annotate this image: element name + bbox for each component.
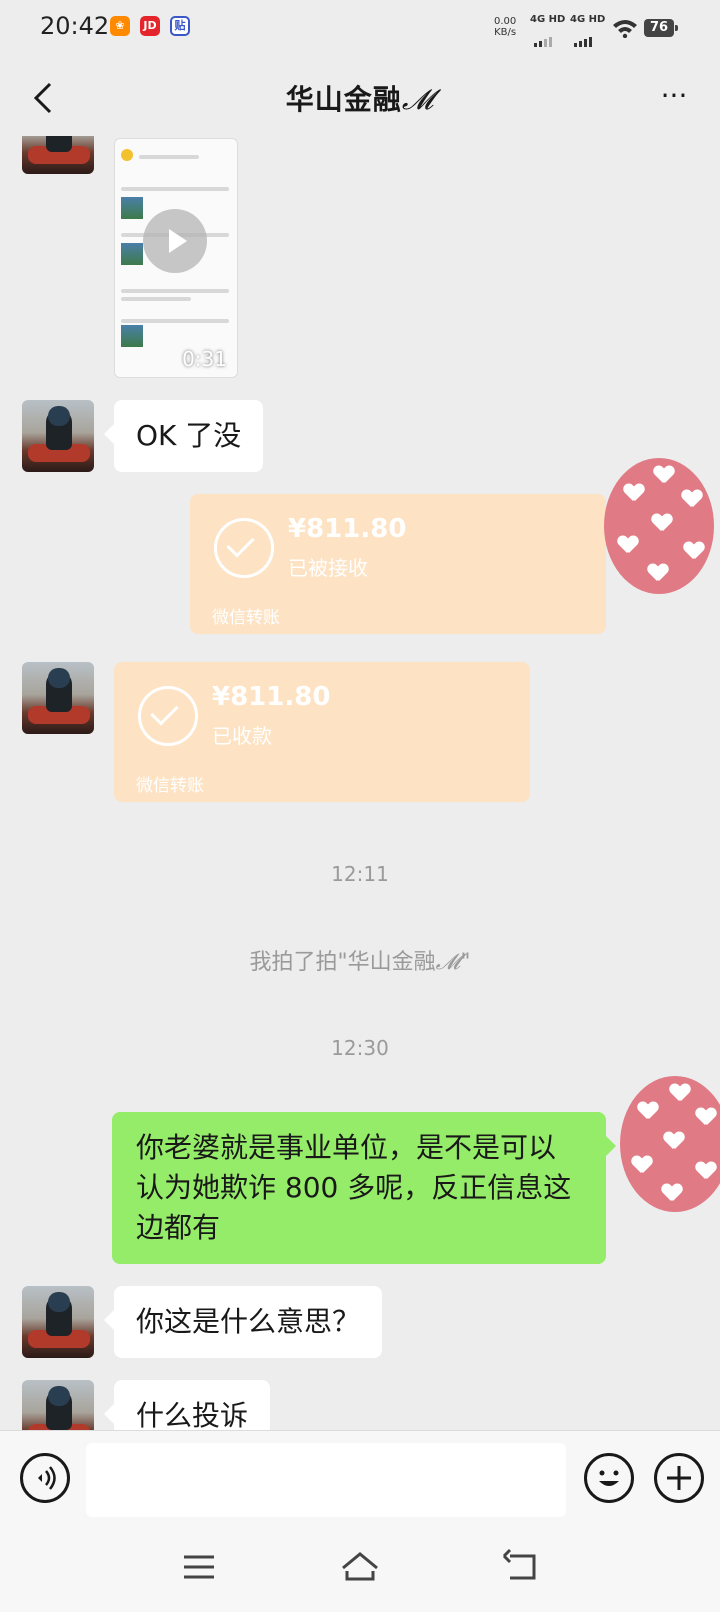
contact-avatar[interactable]	[22, 1286, 94, 1358]
signal-bars-1	[534, 28, 554, 47]
transfer-amount: ¥811.80	[212, 682, 331, 712]
more-dots-icon: ···	[660, 79, 688, 112]
plus-button[interactable]	[654, 1453, 704, 1503]
transfer-footer: 微信转账	[212, 608, 280, 628]
chat-header: 华山金融𝓜 ···	[0, 58, 720, 136]
transfer-status: 已被接收	[288, 556, 368, 580]
timestamp: 12:30	[331, 1036, 389, 1060]
message-bubble-sent[interactable]: 你老婆就是事业单位，是不是可以认为她欺诈 800 多呢，反正信息这边都有	[112, 1112, 616, 1264]
my-avatar[interactable]	[604, 458, 714, 594]
network-speed: 0.00 KB/s	[494, 16, 516, 38]
menu-icon	[184, 1555, 214, 1579]
chat-message-list[interactable]: 0:31 OK 了没 ¥811.80 已被接收 微信转账 ¥811.80 已收款…	[0, 136, 720, 1430]
more-options-button[interactable]: ···	[654, 82, 694, 110]
my-avatar[interactable]	[620, 1076, 720, 1212]
input-bar	[0, 1430, 720, 1525]
timestamp: 12:11	[331, 862, 389, 886]
status-time: 20:42	[40, 12, 110, 40]
chat-title: 华山金融𝓜	[0, 78, 720, 118]
transfer-footer: 微信转账	[136, 776, 204, 796]
check-icon	[214, 518, 274, 578]
back-icon	[502, 1548, 536, 1580]
video-message[interactable]: 0:31	[114, 138, 238, 378]
home-button[interactable]	[337, 1544, 383, 1590]
battery-indicator: 76	[644, 19, 678, 37]
transfer-status: 已收款	[212, 724, 272, 748]
chat-title-text: 华山金融	[285, 83, 402, 116]
pat-message-text: 我拍了拍"华山金融	[249, 950, 436, 975]
voice-icon	[38, 1466, 56, 1490]
message-text: OK 了没	[136, 419, 242, 452]
kuaishou-icon: ❀	[110, 16, 130, 36]
network-speed-value: 0.00	[494, 16, 517, 27]
contact-avatar[interactable]	[22, 400, 94, 472]
message-text: 什么投诉	[136, 1399, 249, 1430]
signal-label-2: 4G HD	[570, 14, 606, 25]
signal-label-1: 4G HD	[530, 14, 566, 25]
menu-button[interactable]	[176, 1544, 222, 1590]
system-message: 我拍了拍"华山金融𝓜"	[0, 944, 720, 976]
chat-title-suffix: 𝓜	[401, 83, 435, 116]
transfer-card-sent[interactable]: ¥811.80 已被接收 微信转账	[190, 494, 606, 634]
network-speed-unit: KB/s	[494, 27, 517, 38]
voice-button[interactable]	[20, 1453, 70, 1503]
transfer-amount: ¥811.80	[288, 514, 407, 544]
wifi-icon	[613, 20, 637, 38]
play-icon[interactable]	[143, 209, 207, 273]
emoji-button[interactable]	[584, 1453, 634, 1503]
contact-avatar[interactable]	[22, 1380, 94, 1430]
pat-message-suffix: 𝓜	[435, 950, 461, 975]
plus-icon	[667, 1466, 691, 1490]
contact-avatar[interactable]	[22, 136, 94, 174]
video-thumbnail-icon	[121, 149, 133, 161]
pat-message-end: "	[460, 950, 471, 975]
emoji-icon	[599, 1470, 619, 1486]
signal-bars-2	[574, 28, 594, 47]
message-bubble[interactable]: OK 了没	[103, 400, 264, 472]
contact-avatar[interactable]	[22, 662, 94, 734]
video-duration: 0:31	[182, 347, 227, 371]
system-nav-bar	[0, 1524, 720, 1612]
message-text: 你老婆就是事业单位，是不是可以认为她欺诈 800 多呢，反正信息这边都有	[136, 1131, 572, 1244]
message-bubble[interactable]: 你这是什么意思？	[103, 1286, 383, 1358]
back-nav-button[interactable]	[498, 1544, 544, 1590]
transfer-card-received[interactable]: ¥811.80 已收款 微信转账	[114, 662, 530, 802]
message-bubble[interactable]: 什么投诉	[103, 1380, 271, 1430]
tieba-icon: 贴	[170, 16, 190, 36]
message-text: 你这是什么意思？	[136, 1305, 361, 1338]
message-input[interactable]	[86, 1443, 566, 1517]
status-bar: 20:42 ❀ JD 贴 0.00 KB/s 4G HD 4G HD 76	[0, 0, 720, 56]
jd-icon: JD	[140, 16, 160, 36]
check-icon	[138, 686, 198, 746]
home-icon	[342, 1552, 378, 1581]
